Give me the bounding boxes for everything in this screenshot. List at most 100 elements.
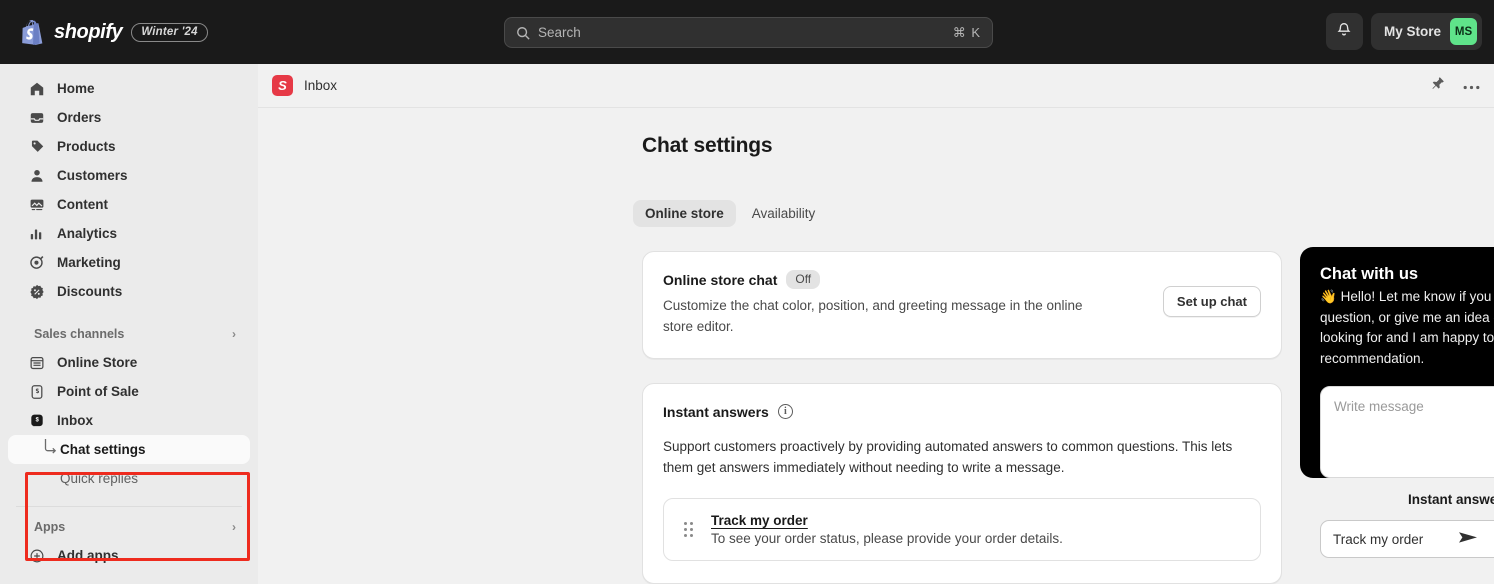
sidebar-group-label: Sales channels <box>34 327 125 341</box>
sidebar-item-label: Inbox <box>57 413 93 428</box>
sidebar-group-label: Apps <box>34 520 66 534</box>
brand-wordmark: shopify <box>54 20 123 43</box>
card-description: Customize the chat color, position, and … <box>663 298 1083 334</box>
send-arrow-icon[interactable] <box>1459 530 1494 548</box>
tab-online-store[interactable]: Online store <box>633 200 736 227</box>
sidebar-item-discounts[interactable]: Discounts <box>8 277 250 306</box>
sidebar-item-content[interactable]: Content <box>8 190 250 219</box>
topbar-right-cluster: My Store MS <box>1325 13 1482 50</box>
sidebar-subitem-label: Chat settings <box>60 442 146 457</box>
sidebar-item-online-store[interactable]: Online Store <box>8 348 250 377</box>
sub-item-elbow-arrow-icon <box>44 439 57 456</box>
sidebar-item-label: Online Store <box>57 355 138 370</box>
search-shortcut-hint: ⌘ K <box>952 24 981 40</box>
instant-answer-preview-button[interactable]: Track my order <box>1320 520 1494 559</box>
chevron-right-icon[interactable]: › <box>232 327 236 341</box>
sidebar-item-products[interactable]: Products <box>8 132 250 161</box>
instant-answer-title[interactable]: Track my order <box>711 513 1063 528</box>
sidebar-item-label: Discounts <box>57 284 123 299</box>
settings-tabs: Online store Availability <box>633 200 1282 227</box>
status-badge: Off <box>786 270 821 289</box>
primary-sidebar: Home Orders Products Customers Content A… <box>0 64 258 584</box>
chevron-right-icon[interactable]: › <box>232 520 236 534</box>
tag-icon <box>28 138 45 155</box>
chat-preview-heading: Chat with us <box>1320 265 1419 283</box>
chat-preview-column: Chat with us 👋 Hello! Let me know if you… <box>1300 247 1494 584</box>
page-scroll-area[interactable]: Chat settings Online store Availability <box>258 108 1494 584</box>
sidebar-item-label: Content <box>57 197 108 212</box>
sidebar-item-label: Point of Sale <box>57 384 139 399</box>
sidebar-group-apps[interactable]: Apps › <box>8 513 250 541</box>
instant-answers-card: Instant answers i Support customers proa… <box>642 382 1282 584</box>
sidebar-item-label: Orders <box>57 110 102 125</box>
sidebar-item-orders[interactable]: Orders <box>8 103 250 132</box>
season-badge: Winter '24 <box>131 22 208 42</box>
card-title: Instant answers <box>663 403 769 420</box>
sidebar-item-point-of-sale[interactable]: Point of Sale <box>8 377 250 406</box>
online-store-chat-card: Online store chat Off Customize the chat… <box>642 251 1282 359</box>
list-item[interactable]: Track my order To see your order status,… <box>663 498 1261 562</box>
ellipsis-icon[interactable] <box>1463 77 1480 95</box>
storefront-icon <box>28 354 45 371</box>
pos-icon <box>28 383 45 400</box>
chat-message-placeholder: Write message <box>1334 399 1424 415</box>
sidebar-item-label: Add apps <box>57 548 119 563</box>
sidebar-item-label: Products <box>57 139 116 154</box>
sidebar-item-add-apps[interactable]: Add apps <box>8 541 250 570</box>
tab-label: Availability <box>751 206 816 221</box>
sidebar-item-customers[interactable]: Customers <box>8 161 250 190</box>
sidebar-item-analytics[interactable]: Analytics <box>8 219 250 248</box>
sidebar-item-label: Marketing <box>57 255 121 270</box>
sidebar-item-label: Customers <box>57 168 128 183</box>
bar-chart-icon <box>28 225 45 242</box>
tab-inbox[interactable]: S Inbox <box>270 75 337 96</box>
chat-message-input[interactable]: Write message <box>1320 386 1494 479</box>
drag-handle-icon[interactable] <box>684 522 693 538</box>
app-tab-label: Inbox <box>304 78 338 93</box>
sidebar-item-home[interactable]: Home <box>8 74 250 103</box>
sidebar-item-quick-replies[interactable]: Quick replies <box>8 464 250 493</box>
instant-answer-preview-label: Track my order <box>1333 531 1424 547</box>
card-description: Support customers proactively by providi… <box>663 438 1233 476</box>
content-image-icon <box>28 196 45 213</box>
orders-inbox-icon <box>28 109 45 126</box>
waving-hand-icon: 👋 <box>1320 289 1337 304</box>
sidebar-divider <box>16 506 242 507</box>
bell-icon <box>1336 21 1352 42</box>
search-icon <box>516 26 530 40</box>
instant-answers-preview-title: Instant answers <box>1407 492 1494 508</box>
sidebar-item-marketing[interactable]: Marketing <box>8 248 250 277</box>
discount-rosette-icon <box>28 283 45 300</box>
set-up-chat-button[interactable]: Set up chat <box>1162 286 1261 317</box>
settings-column: Chat settings Online store Availability <box>633 134 1282 584</box>
sidebar-item-label: Analytics <box>57 226 118 241</box>
sidebar-group-sales-channels[interactable]: Sales channels › <box>8 320 250 348</box>
global-search[interactable]: Search ⌘ K <box>504 17 993 48</box>
plus-circle-icon <box>28 547 45 564</box>
store-switcher-button[interactable]: My Store MS <box>1370 13 1482 50</box>
sidebar-subitem-label: Quick replies <box>60 471 139 486</box>
store-name-label: My Store <box>1383 24 1441 39</box>
instant-answer-subtitle: To see your order status, please provide… <box>711 531 1063 547</box>
main-area: S Inbox Chat settings Online store Avail… <box>258 64 1494 584</box>
target-icon <box>28 254 45 271</box>
tab-label: Online store <box>645 206 724 221</box>
app-tab-strip: S Inbox <box>258 64 1494 108</box>
shopify-bag-icon <box>22 19 45 45</box>
chat-preview-greeting: 👋 Hello! Let me know if you have a speci… <box>1320 287 1494 369</box>
info-icon[interactable]: i <box>777 404 793 420</box>
global-top-bar: shopify Winter '24 Search ⌘ K My Store M… <box>0 0 1494 64</box>
shopify-brand[interactable]: shopify Winter '24 <box>0 19 208 45</box>
shopify-inbox-icon <box>28 412 45 429</box>
chat-preview-instant-answers: Instant answers Track my order <box>1300 478 1494 577</box>
search-input[interactable]: Search <box>538 25 945 40</box>
notifications-button[interactable] <box>1325 13 1363 50</box>
sidebar-item-inbox[interactable]: Inbox <box>8 406 250 435</box>
page-title: Chat settings <box>642 134 773 157</box>
chat-preview-widget: Chat with us 👋 Hello! Let me know if you… <box>1300 247 1494 479</box>
pin-icon[interactable] <box>1430 76 1445 96</box>
home-icon <box>28 80 45 97</box>
card-title: Online store chat <box>663 271 778 288</box>
avatar: MS <box>1450 18 1477 45</box>
tab-availability[interactable]: Availability <box>740 200 828 227</box>
